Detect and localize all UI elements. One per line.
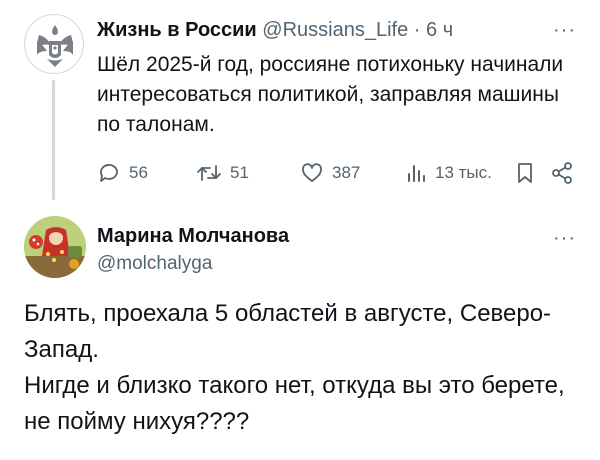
- illustrated-avatar-icon: [24, 216, 86, 278]
- views-count: 13 тыс.: [435, 163, 492, 182]
- like-button[interactable]: 387: [300, 158, 360, 188]
- avatar[interactable]: [24, 216, 86, 278]
- author-name[interactable]: Марина Молчанова: [97, 224, 289, 248]
- like-count: 387: [332, 163, 361, 182]
- tweet-actions: 56 51 387 13 тыс.: [97, 158, 580, 188]
- retweet-count: 51: [230, 163, 249, 182]
- author-handle[interactable]: @Russians_Life: [262, 19, 408, 41]
- more-options-icon[interactable]: ···: [553, 228, 576, 248]
- tweet-text-paragraph: Нигде и близко такого нет, откуда вы это…: [24, 372, 565, 435]
- bookmark-icon: [518, 163, 532, 183]
- share-icon: [552, 162, 572, 184]
- retweet-icon: [197, 165, 221, 181]
- bookmark-button[interactable]: [515, 158, 535, 188]
- reply-count: 56: [129, 163, 148, 182]
- coat-of-arms-icon: [37, 25, 73, 67]
- avatar[interactable]: [24, 14, 84, 74]
- author-handle[interactable]: @molchalyga: [97, 252, 212, 276]
- reply-icon: [100, 164, 118, 182]
- views-chart-icon: [408, 165, 425, 182]
- tweet-text: Шёл 2025-й год, россияне потихоньку начи…: [97, 53, 564, 136]
- share-button[interactable]: [550, 158, 574, 188]
- tweet-text-paragraph: Блять, проехала 5 областей в августе, Се…: [24, 300, 552, 363]
- tweet-text: Блять, проехала 5 областей в августе, Се…: [24, 296, 584, 440]
- tweet-header: Жизнь в России @Russians_Life · 6 ч: [97, 18, 453, 42]
- more-options-icon[interactable]: ···: [553, 20, 576, 40]
- thread-connector-line: [52, 80, 55, 200]
- tweet-time[interactable]: 6 ч: [426, 19, 453, 41]
- heart-icon: [302, 163, 322, 182]
- author-name[interactable]: Жизнь в России: [97, 19, 257, 41]
- retweet-button[interactable]: 51: [196, 158, 249, 188]
- separator-dot: ·: [413, 19, 421, 41]
- views-button[interactable]: 13 тыс.: [405, 158, 492, 188]
- reply-button[interactable]: 56: [97, 158, 148, 188]
